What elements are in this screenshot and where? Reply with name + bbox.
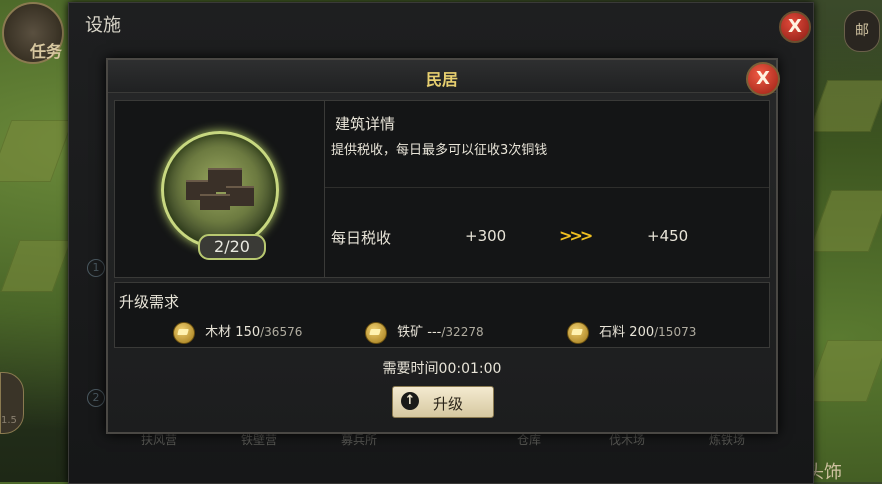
- tax-label: 每日税收: [331, 229, 392, 247]
- farm-field: [0, 240, 72, 292]
- resource-need: /15073: [654, 325, 697, 339]
- upgrade-time: 需要时间00:01:00: [382, 361, 502, 377]
- building-details: 建筑详情 提供税收，每日最多可以征收3次铜钱 每日税收 +300 >>> +45…: [324, 100, 770, 278]
- section-number-2: 2: [87, 389, 105, 407]
- resource-name: 木材: [205, 325, 232, 340]
- building-dialog: 民居 X 2/20 建筑详情 提供税收，每日最多可以征收3次铜钱 每日税收 +3…: [106, 58, 780, 434]
- resource-have: 150: [235, 325, 261, 340]
- arrow-up-icon: ↑: [401, 392, 419, 410]
- resource-need: /36576: [260, 325, 303, 339]
- dialog-close-button[interactable]: X: [746, 62, 780, 96]
- section-number-1: 1: [87, 259, 105, 277]
- resource-have: ---: [427, 325, 442, 340]
- stone-icon: [567, 321, 589, 344]
- resource-name: 石料: [599, 325, 626, 340]
- tax-next-value: +450: [647, 227, 689, 245]
- divider: [325, 187, 769, 188]
- upgrade-requirements: 升级需求 木材 150/36576 铁矿 ---/32278 石料 200/15…: [114, 282, 770, 348]
- building-level-badge: 2/20: [198, 234, 266, 260]
- upgrade-button-label: 升级: [433, 395, 464, 413]
- building-preview: 2/20: [114, 100, 326, 278]
- requirements-title: 升级需求: [119, 293, 180, 311]
- farm-field: [0, 120, 74, 182]
- upgrade-button[interactable]: ↑ 升级: [392, 386, 494, 418]
- resource-have: 200: [629, 325, 655, 340]
- farm-field: [808, 80, 882, 132]
- dialog-header: 民居: [108, 60, 776, 93]
- requirement-stone: 石料 200/15073: [567, 321, 696, 344]
- resource-name: 铁矿: [397, 325, 424, 340]
- requirement-iron: 铁矿 ---/32278: [365, 321, 484, 344]
- farm-field: [808, 190, 882, 252]
- details-title: 建筑详情: [335, 115, 396, 133]
- side-expand-button[interactable]: 1.5: [0, 372, 24, 434]
- facility-panel-title: 设施: [85, 15, 121, 36]
- tax-current-value: +300: [465, 227, 507, 245]
- facility-close-button[interactable]: X: [779, 11, 811, 43]
- dialog-title: 民居: [425, 70, 458, 89]
- quest-avatar-label: 任务: [30, 42, 63, 61]
- wood-icon: [173, 321, 195, 344]
- requirement-wood: 木材 150/36576: [173, 321, 302, 344]
- upgrade-arrow-icon: >>>: [559, 226, 593, 245]
- building-image: 2/20: [161, 131, 279, 260]
- quest-avatar-button[interactable]: 任务: [2, 2, 64, 64]
- iron-icon: [365, 321, 387, 344]
- details-description: 提供税收，每日最多可以征收3次铜钱: [331, 143, 548, 158]
- mail-button[interactable]: 邮: [844, 10, 880, 52]
- house-icon: [186, 162, 254, 210]
- farm-field: [804, 340, 882, 402]
- side-expand-label: 1.5: [1, 415, 17, 426]
- resource-need: /32278: [441, 325, 484, 339]
